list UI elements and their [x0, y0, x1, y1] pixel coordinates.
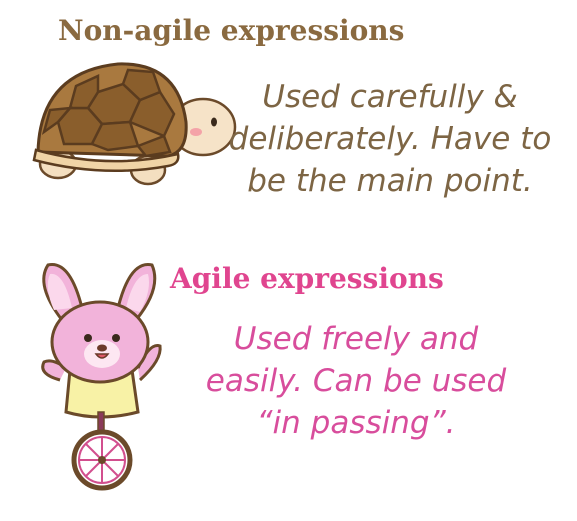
agile-description-line: easily. Can be used [205, 363, 507, 399]
agile-description-line: Used freely and [233, 321, 479, 357]
turtle-illustration [32, 62, 237, 186]
non-agile-description: Used carefully & deliberately. Have to b… [212, 76, 568, 202]
non-agile-heading: Non-agile expressions [58, 14, 405, 47]
non-agile-description-line: be the main point. [247, 163, 533, 199]
agile-description-line: “in passing”. [256, 405, 456, 441]
agile-description: Used freely and easily. Can be used “in … [186, 318, 526, 444]
agile-heading: Agile expressions [170, 262, 444, 295]
non-agile-description-line: Used carefully & [262, 79, 518, 115]
bunny-unicycle-illustration [41, 263, 162, 491]
non-agile-description-line: deliberately. Have to [228, 121, 552, 157]
